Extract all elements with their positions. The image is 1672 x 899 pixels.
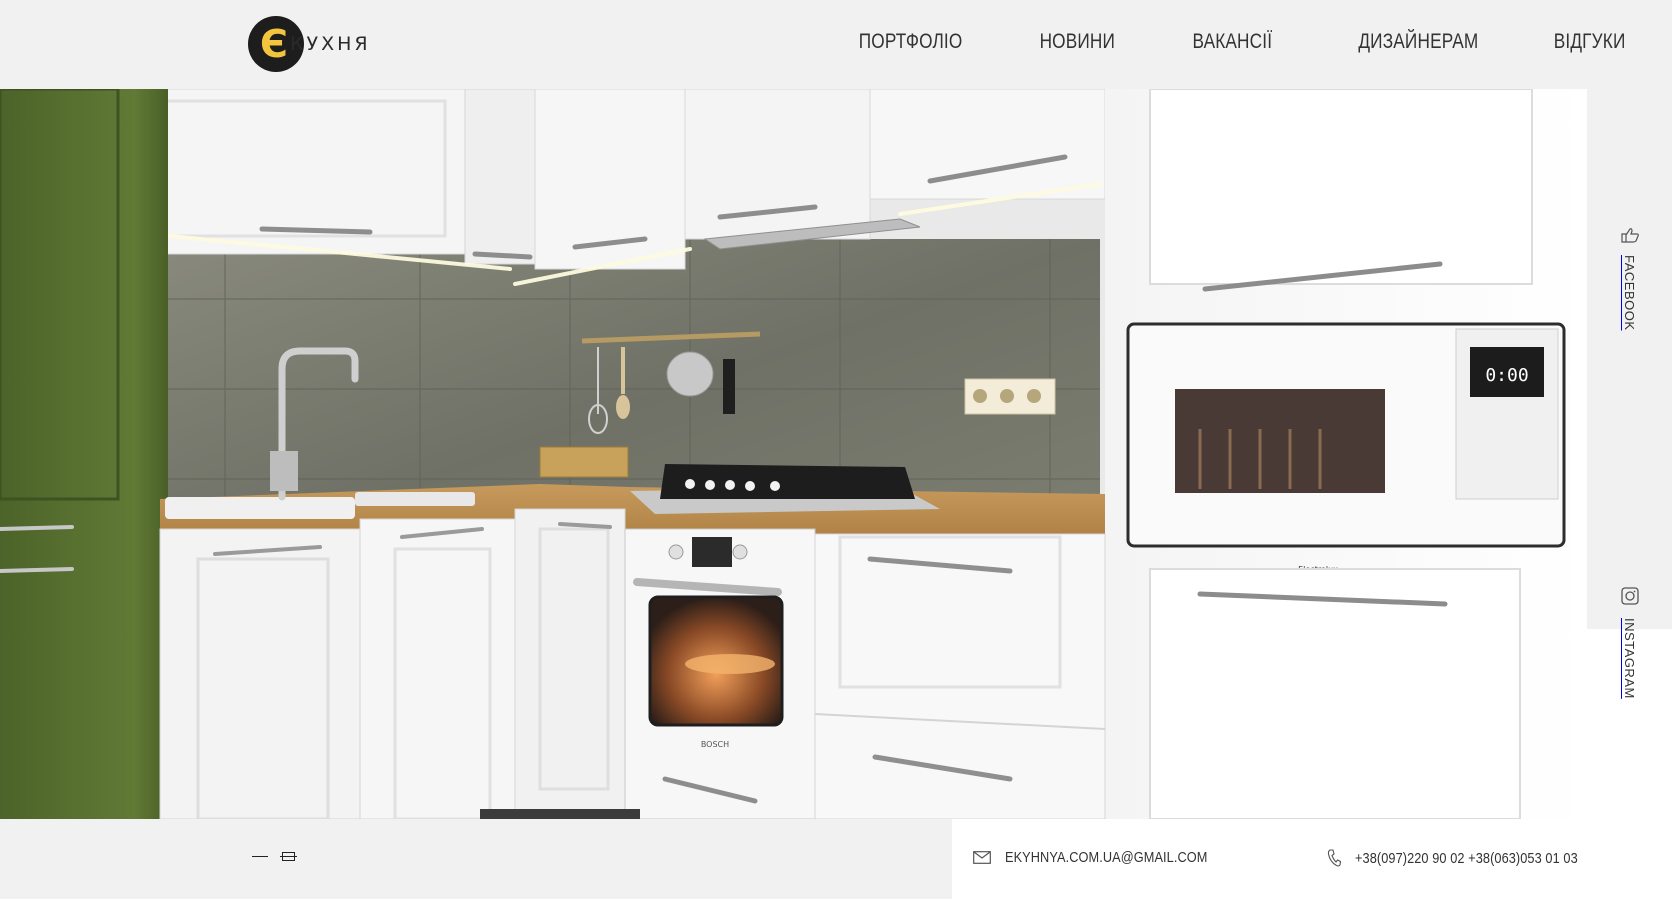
thumbs-up-icon [1620, 228, 1639, 243]
microwave-display: 0:00 [1485, 365, 1528, 386]
slider-controls [252, 852, 297, 861]
logo[interactable]: Є КУХНЯ [248, 15, 371, 73]
email-text[interactable]: EKYHNYA.COM.UA@GMAIL.COM [1005, 849, 1207, 866]
nav-item-vacancies[interactable]: ВАКАНСІЇ [1192, 30, 1272, 54]
facebook-label: FACEBOOK [1622, 255, 1637, 331]
logo-word: КУХНЯ [290, 33, 371, 55]
site-header: Є КУХНЯ ПОРТФОЛІО НОВИНИ ВАКАНСІЇ ДИЗАЙН… [0, 0, 1672, 89]
kitchen-illustration: 0:00 Electrolux [0, 89, 1587, 819]
main-nav: ПОРТФОЛІО НОВИНИ ВАКАНСІЇ ДИЗАЙНЕРАМ ВІД… [776, 30, 1626, 54]
social-rail: FACEBOOK INSTAGRAM [1587, 89, 1672, 819]
phone-contact[interactable]: +38(097)220 90 02 +38(063)053 01 03 [1327, 849, 1617, 867]
logo-letter: Є [260, 22, 288, 66]
nav-item-reviews[interactable]: ВІДГУКИ [1554, 30, 1626, 54]
social-rail-background [1587, 89, 1672, 629]
instagram-label: INSTAGRAM [1622, 618, 1637, 699]
footer-contacts: EKYHNYA.COM.UA@GMAIL.COM +38(097)220 90 … [952, 819, 1672, 899]
facebook-link[interactable]: FACEBOOK [1587, 227, 1672, 331]
phone-text[interactable]: +38(097)220 90 02 +38(063)053 01 03 [1355, 850, 1578, 867]
email-contact[interactable]: EKYHNYA.COM.UA@GMAIL.COM [973, 849, 1243, 866]
nav-item-news[interactable]: НОВИНИ [1039, 30, 1114, 54]
instagram-icon [1620, 587, 1639, 605]
nav-item-portfolio[interactable]: ПОРТФОЛІО [859, 30, 963, 54]
footer-left [0, 819, 952, 899]
hero-image: 0:00 Electrolux [0, 89, 1587, 819]
box-icon[interactable] [280, 852, 297, 861]
phone-icon [1327, 849, 1341, 867]
instagram-link[interactable]: INSTAGRAM [1587, 586, 1672, 699]
nav-item-designers[interactable]: ДИЗАЙНЕРАМ [1358, 30, 1478, 54]
oven-brand: BOSCH [701, 740, 729, 749]
minus-icon[interactable] [252, 856, 268, 857]
envelope-icon [973, 851, 991, 864]
